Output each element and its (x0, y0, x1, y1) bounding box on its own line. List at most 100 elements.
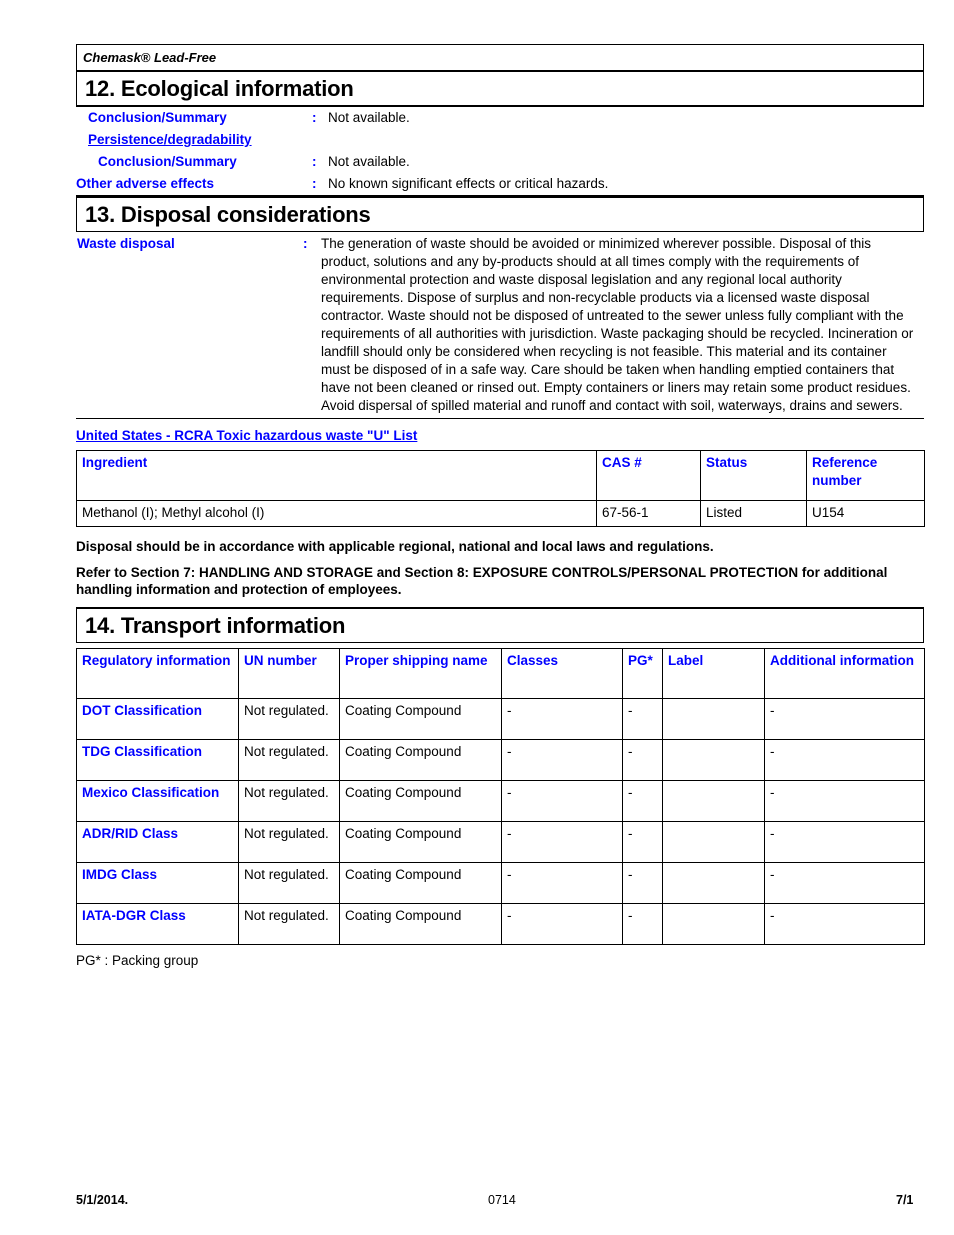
cell-regulatory-information: IMDG Class (76, 862, 239, 904)
column-header-un-number: UN number (238, 648, 340, 699)
table-row: Waste disposal : The generation of waste… (76, 232, 924, 416)
cell-cas-number: 67-56-1 (596, 500, 701, 527)
disposal-note-1: Disposal should be in accordance with ap… (76, 539, 714, 554)
cell-regulatory-information: Mexico Classification (76, 780, 239, 822)
waste-disposal-block: Waste disposal : The generation of waste… (76, 232, 924, 419)
waste-disposal-label: Waste disposal (77, 236, 175, 251)
cell-label (662, 903, 765, 945)
section-13-title: 13. Disposal considerations (85, 202, 371, 227)
cell-un-number: Not regulated. (238, 903, 340, 945)
cell-un-number: Not regulated. (238, 780, 340, 822)
row-colon: : (312, 176, 317, 191)
cell-reference-number: U154 (806, 500, 925, 527)
cell-status: Listed (700, 500, 807, 527)
cell-pg: - (622, 821, 663, 863)
cell-label (662, 821, 765, 863)
cell-label (662, 698, 765, 740)
cell-additional-information: - (764, 821, 925, 863)
cell-proper-shipping-name: Coating Compound (339, 780, 502, 822)
row-colon (312, 129, 328, 151)
table-row: Mexico Classification Not regulated. Coa… (76, 780, 925, 822)
row-label-conclusion-summary-2: Conclusion/Summary (98, 154, 237, 169)
column-header-reference-number: Reference number (806, 450, 925, 501)
ecological-information-table: Conclusion/Summary : Not available. Pers… (76, 106, 924, 196)
column-header-cas-number: CAS # (596, 450, 701, 501)
table-header-row: Ingredient CAS # Status Reference number (76, 450, 925, 501)
table-header-row: Regulatory information UN number Proper … (76, 648, 925, 699)
cell-additional-information: - (764, 862, 925, 904)
column-header-label: Label (662, 648, 765, 699)
cell-classes: - (501, 862, 623, 904)
row-value-other-adverse-effects: No known significant effects or critical… (328, 176, 609, 191)
packing-group-note: PG* : Packing group (76, 953, 199, 968)
section-14-title: 14. Transport information (85, 613, 346, 638)
column-header-regulatory-information: Regulatory information (76, 648, 239, 699)
table-row: Persistence/degradability (76, 129, 924, 151)
section-14-header: 14. Transport information (76, 607, 924, 643)
cell-pg: - (622, 780, 663, 822)
cell-label (662, 739, 765, 781)
page-content: Chemask® Lead-Free 12. Ecological inform… (76, 44, 925, 970)
cell-proper-shipping-name: Coating Compound (339, 821, 502, 863)
row-label-other-adverse-effects: Other adverse effects (76, 176, 215, 191)
column-header-ingredient: Ingredient (76, 450, 597, 501)
persistence-degradability-underline: Persistence/degradability (88, 132, 252, 147)
row-label-persistence-degradability: Persistence/degradability (76, 129, 312, 151)
cell-un-number: Not regulated. (238, 739, 340, 781)
table-row: Other adverse effects : No known signifi… (76, 173, 924, 196)
cell-proper-shipping-name: Coating Compound (339, 698, 502, 740)
row-value-conclusion-summary-2: Not available. (328, 154, 410, 169)
cell-additional-information: - (764, 739, 925, 781)
cell-additional-information: - (764, 698, 925, 740)
table-row: Methanol (I); Methyl alcohol (I) 67-56-1… (76, 500, 925, 527)
cell-proper-shipping-name: Coating Compound (339, 739, 502, 781)
cell-pg: - (622, 739, 663, 781)
disposal-note-2: Refer to Section 7: HANDLING AND STORAGE… (76, 565, 888, 597)
cell-additional-information: - (764, 903, 925, 945)
section-12-header: 12. Ecological information (76, 70, 924, 106)
cell-classes: - (501, 821, 623, 863)
table-row: Conclusion/Summary : Not available. (76, 107, 924, 130)
table-row: ADR/RID Class Not regulated. Coating Com… (76, 821, 925, 863)
column-header-classes: Classes (501, 648, 623, 699)
cell-label (662, 780, 765, 822)
rcra-toxic-hazardous-waste-table: Ingredient CAS # Status Reference number… (76, 450, 925, 527)
cell-proper-shipping-name: Coating Compound (339, 903, 502, 945)
section-13-header: 13. Disposal considerations (76, 196, 924, 232)
footer-date: 5/1/2014. (76, 1193, 129, 1207)
waste-disposal-text: The generation of waste should be avoide… (321, 236, 914, 413)
cell-classes: - (501, 780, 623, 822)
cell-un-number: Not regulated. (238, 698, 340, 740)
cell-classes: - (501, 739, 623, 781)
table-row: IATA-DGR Class Not regulated. Coating Co… (76, 903, 925, 945)
rcra-list-heading[interactable]: United States - RCRA Toxic hazardous was… (76, 427, 924, 445)
product-name-bar: Chemask® Lead-Free (76, 44, 924, 70)
cell-pg: - (622, 698, 663, 740)
column-header-proper-shipping-name: Proper shipping name (339, 648, 502, 699)
column-header-additional-information: Additional information (764, 648, 925, 699)
product-name: Chemask® Lead-Free (83, 50, 217, 65)
row-colon: : (312, 110, 317, 125)
waste-disposal-table: Waste disposal : The generation of waste… (76, 232, 924, 416)
cell-label (662, 862, 765, 904)
cell-pg: - (622, 862, 663, 904)
cell-ingredient: Methanol (I); Methyl alcohol (I) (76, 500, 597, 527)
row-value-persistence-degradability (328, 129, 924, 151)
cell-regulatory-information: TDG Classification (76, 739, 239, 781)
row-label-conclusion-summary-1: Conclusion/Summary (88, 110, 227, 125)
column-header-pg: PG* (622, 648, 663, 699)
table-row: Conclusion/Summary : Not available. (76, 151, 924, 173)
cell-regulatory-information: DOT Classification (76, 698, 239, 740)
cell-classes: - (501, 698, 623, 740)
cell-classes: - (501, 903, 623, 945)
footer-code: 0714 (488, 1193, 516, 1207)
table-row: TDG Classification Not regulated. Coatin… (76, 739, 925, 781)
table-row: DOT Classification Not regulated. Coatin… (76, 698, 925, 740)
footer-page-number: 7/1 (896, 1193, 914, 1207)
cell-regulatory-information: IATA-DGR Class (76, 903, 239, 945)
table-row: IMDG Class Not regulated. Coating Compou… (76, 862, 925, 904)
row-colon: : (312, 154, 317, 169)
section-12-title: 12. Ecological information (85, 76, 354, 101)
transport-information-table: Regulatory information UN number Proper … (76, 648, 925, 945)
cell-pg: - (622, 903, 663, 945)
